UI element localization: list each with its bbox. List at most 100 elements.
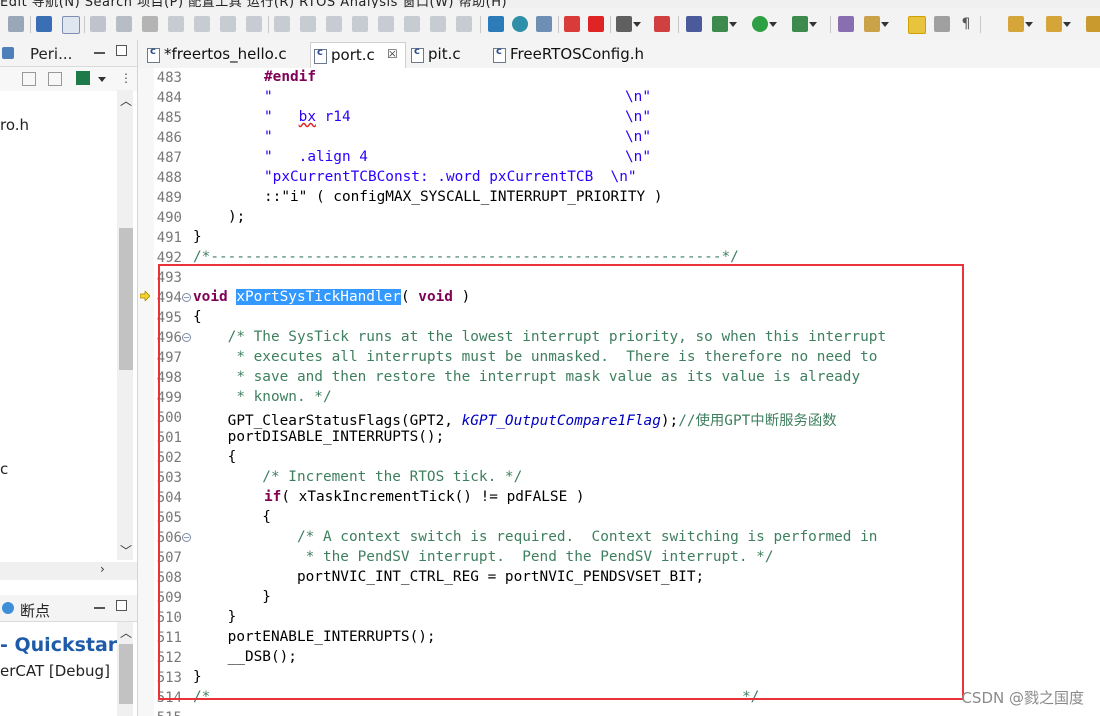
code-line[interactable]: 510 } xyxy=(138,608,1100,628)
code-line[interactable]: 501 portDISABLE_INTERRUPTS(); xyxy=(138,428,1100,448)
run-icon[interactable] xyxy=(752,16,777,32)
chip-icon[interactable] xyxy=(616,16,641,32)
pilcrow-icon[interactable]: ¶ xyxy=(958,16,974,32)
maximize-button[interactable] xyxy=(116,45,127,56)
code-line[interactable]: 508 portNVIC_INT_CTRL_REG = portNVIC_PEN… xyxy=(138,568,1100,588)
code-line[interactable]: 498 * save and then restore the interrup… xyxy=(138,368,1100,388)
code-line[interactable]: 488 "pxCurrentTCBConst: .word pxCurrentT… xyxy=(138,168,1100,188)
minimize-button[interactable] xyxy=(94,607,105,609)
code-line[interactable]: 497 * executes all interrupts must be un… xyxy=(138,348,1100,368)
tree-item[interactable]: c xyxy=(0,460,8,478)
scroll-thumb[interactable] xyxy=(119,228,133,370)
debug-config-icon[interactable] xyxy=(712,16,737,32)
step-into-icon[interactable] xyxy=(194,16,210,32)
scroll-thumb[interactable] xyxy=(119,644,133,704)
wizard-icon[interactable] xyxy=(864,16,889,32)
tab-port-c[interactable]: port.c ☒ xyxy=(310,42,406,69)
memory-icon[interactable] xyxy=(404,16,420,32)
instruction-step-icon[interactable] xyxy=(274,16,290,32)
code-line[interactable]: 494 − void xPortSysTickHandler( void ) xyxy=(138,288,1100,308)
code-line[interactable]: 513 } xyxy=(138,668,1100,688)
code-line[interactable]: 493 xyxy=(138,268,1100,288)
disconnect-icon[interactable] xyxy=(168,16,184,32)
tab-freertosconfig-h[interactable]: FreeRTOSConfig.h xyxy=(490,42,660,68)
step-over-icon[interactable] xyxy=(220,16,236,32)
code-line[interactable]: 489 ::"i" ( configMAX_SYSCALL_INTERRUPT_… xyxy=(138,188,1100,208)
code-line[interactable]: 484 " \n" xyxy=(138,88,1100,108)
link-icon[interactable] xyxy=(564,16,580,32)
code-line[interactable]: 514 /* */ xyxy=(138,688,1100,708)
scroll-right-icon[interactable]: › xyxy=(100,562,105,576)
grid-icon[interactable] xyxy=(22,72,36,86)
block-select-icon[interactable] xyxy=(934,16,950,32)
excel-icon[interactable] xyxy=(76,71,90,85)
code-line[interactable]: 487 " .align 4 \n" xyxy=(138,148,1100,168)
debug-icon[interactable] xyxy=(686,16,702,32)
last-edit-icon[interactable] xyxy=(1086,16,1100,32)
tree-item[interactable]: ro.h xyxy=(0,116,29,134)
collapse-icon[interactable] xyxy=(48,72,62,86)
code-editor[interactable]: 483 #endif 484 " \n" 485 " bx r14 \n" 48… xyxy=(138,68,1100,716)
chevron-down-icon[interactable] xyxy=(98,77,106,82)
code-line[interactable]: 509 } xyxy=(138,588,1100,608)
close-icon[interactable]: ☒ xyxy=(387,47,398,61)
peripherals-view-tab[interactable]: Peri... xyxy=(0,40,137,67)
next-annotation-icon[interactable] xyxy=(1008,16,1033,32)
code-line[interactable]: 512 __DSB(); xyxy=(138,648,1100,668)
code-line[interactable]: 483 #endif xyxy=(138,68,1100,88)
code-line[interactable]: 515 xyxy=(138,708,1100,716)
code-line[interactable]: 492 /*----------------------------------… xyxy=(138,248,1100,268)
code-line[interactable]: 491 } xyxy=(138,228,1100,248)
step-filter-icon[interactable] xyxy=(378,16,394,32)
fold-toggle-icon[interactable]: − xyxy=(182,293,191,302)
redo-icon[interactable] xyxy=(8,16,24,32)
restart-icon[interactable] xyxy=(326,16,342,32)
code-line[interactable]: 499 * known. */ xyxy=(138,388,1100,408)
scroll-up-icon[interactable]: ︿ xyxy=(120,92,132,109)
minimize-button[interactable] xyxy=(94,52,105,54)
run-external-icon[interactable] xyxy=(792,16,817,32)
peripherals-icon[interactable] xyxy=(536,16,552,32)
bottom-vertical-scrollbar[interactable]: ︿ xyxy=(117,622,133,716)
tab-freertos-hello[interactable]: *freertos_hello.c xyxy=(144,42,304,68)
console-icon[interactable] xyxy=(36,16,52,32)
remove-icon[interactable] xyxy=(654,16,670,32)
prev-annotation-icon[interactable] xyxy=(1046,16,1071,32)
code-line[interactable]: 490 ); xyxy=(138,208,1100,228)
resume-icon[interactable] xyxy=(90,16,106,32)
registers-icon[interactable] xyxy=(430,16,446,32)
drop-frame-icon[interactable] xyxy=(352,16,368,32)
code-line[interactable]: 507 * the PendSV interrupt. Pend the Pen… xyxy=(138,548,1100,568)
scroll-down-icon[interactable]: ﹀ xyxy=(120,542,132,559)
build-x-icon[interactable] xyxy=(488,16,504,32)
reset-icon[interactable] xyxy=(300,16,316,32)
fold-toggle-icon[interactable]: − xyxy=(182,533,191,542)
target-icon[interactable] xyxy=(512,16,528,32)
search-icon[interactable] xyxy=(62,16,80,34)
new-project-icon[interactable] xyxy=(838,16,854,32)
step-return-icon[interactable] xyxy=(246,16,262,32)
fold-toggle-icon[interactable]: − xyxy=(182,333,191,342)
code-line[interactable]: 486 " \n" xyxy=(138,128,1100,148)
code-line[interactable]: 485 " bx r14 \n" xyxy=(138,108,1100,128)
breakpoints-view-tab[interactable]: 断点 xyxy=(0,595,137,622)
debug-session-item[interactable]: erCAT [Debug] xyxy=(0,662,110,680)
menu-bar-text[interactable]: Edit 导航(N) Search 项目(P) 配置工具 运行(R) RTOS … xyxy=(0,0,507,8)
code-line[interactable]: 506 − /* A context switch is required. C… xyxy=(138,528,1100,548)
scroll-up-icon[interactable]: ︿ xyxy=(120,624,132,641)
expressions-icon[interactable] xyxy=(456,16,472,32)
code-line[interactable]: 500 GPT_ClearStatusFlags(GPT2, kGPT_Outp… xyxy=(138,408,1100,429)
left-horizontal-scrollbar[interactable]: › xyxy=(0,562,137,580)
code-line[interactable]: 495 { xyxy=(138,308,1100,328)
suspend-icon[interactable] xyxy=(116,16,132,32)
code-line[interactable]: 502 { xyxy=(138,448,1100,468)
code-line[interactable]: 503 /* Increment the RTOS tick. */ xyxy=(138,468,1100,488)
mark-occurrences-icon[interactable] xyxy=(908,16,926,34)
code-line[interactable]: 511 portENABLE_INTERRUPTS(); xyxy=(138,628,1100,648)
view-menu-icon[interactable]: ⋮ xyxy=(120,71,132,85)
flash-icon[interactable] xyxy=(588,16,604,32)
menu-bar[interactable]: Edit 导航(N) Search 项目(P) 配置工具 运行(R) RTOS … xyxy=(0,0,1100,8)
tab-pit-c[interactable]: pit.c xyxy=(408,42,488,68)
left-vertical-scrollbar[interactable]: ︿ ﹀ xyxy=(117,90,133,560)
code-line[interactable]: 505 { xyxy=(138,508,1100,528)
